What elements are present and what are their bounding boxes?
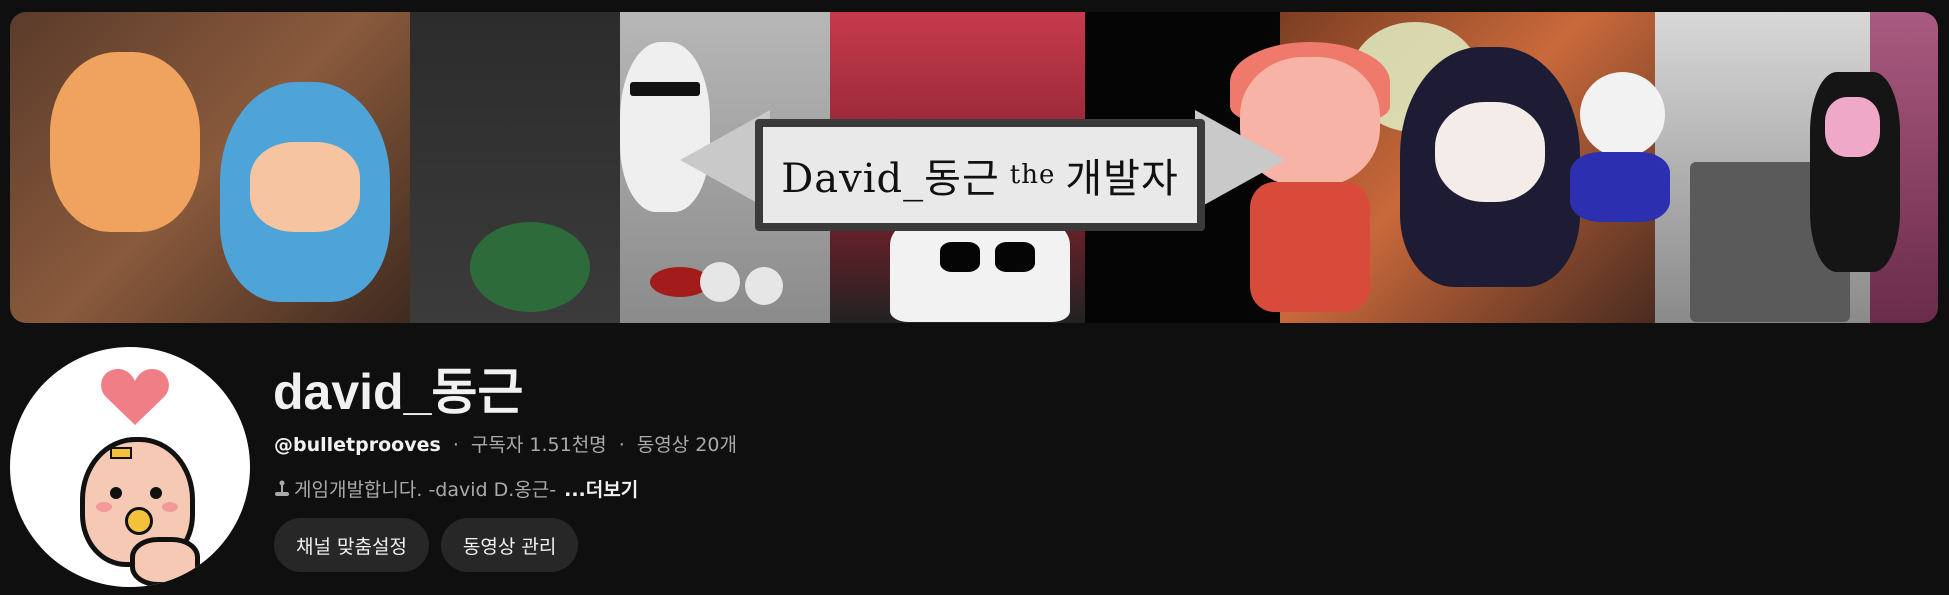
separator-dot: · <box>618 434 625 456</box>
bush-illustration <box>470 222 590 312</box>
avatar-cheek <box>96 502 112 512</box>
joystick-icon <box>275 480 289 496</box>
skull-eye-illustration <box>940 242 980 272</box>
masked-body-illustration <box>1570 152 1670 222</box>
channel-name: david_동근 <box>273 364 524 420</box>
shark-face-illustration <box>250 142 360 232</box>
banner-title-name: David_동근 <box>781 156 1000 202</box>
customize-channel-button[interactable]: 채널 맞춤설정 <box>274 518 429 572</box>
banner-title-developer: 개발자 <box>1065 156 1179 202</box>
channel-page: David_동근 the 개발자 david_동근 @bulletprooves… <box>0 0 1949 595</box>
manage-videos-button[interactable]: 동영상 관리 <box>440 518 579 572</box>
ribbon-tail-right <box>1195 110 1285 210</box>
nun-face-illustration <box>1435 102 1545 202</box>
eyeball-illustration <box>745 267 783 305</box>
channel-avatar[interactable] <box>10 347 250 587</box>
channel-meta: @bulletprooves · 구독자 1.51천명 · 동영상 20개 <box>274 430 737 457</box>
banner-title: David_동근 the 개발자 <box>763 127 1197 223</box>
separator-dot: · <box>452 434 459 456</box>
eyeball-illustration <box>700 262 740 302</box>
description-text: 게임개발합니다. -david D.옹근- <box>294 479 557 501</box>
avatar-cheek <box>162 502 178 512</box>
banner-title-the: the <box>1009 160 1056 190</box>
masked-character-illustration <box>1580 72 1665 157</box>
sunglasses-illustration <box>630 82 700 96</box>
character-illustration <box>50 52 200 232</box>
pink-face-illustration <box>1825 97 1880 157</box>
more-link[interactable]: ...더보기 <box>564 475 638 502</box>
channel-banner: David_동근 the 개발자 <box>10 12 1938 323</box>
hair-clip-illustration <box>110 447 132 459</box>
video-count: 동영상 20개 <box>636 434 737 456</box>
channel-actions: 채널 맞춤설정 동영상 관리 <box>274 518 579 572</box>
heart-icon <box>101 369 169 425</box>
avatar-eye <box>150 487 162 499</box>
avatar-eye <box>110 487 122 499</box>
pacifier-illustration <box>125 507 153 535</box>
skull-eye-illustration <box>995 242 1035 272</box>
channel-description[interactable]: 게임개발합니다. -david D.옹근- ...더보기 <box>274 475 638 502</box>
avatar-hand <box>130 537 200 587</box>
subscriber-count: 구독자 1.51천명 <box>470 434 607 456</box>
banner-title-ribbon: David_동근 the 개발자 <box>755 119 1205 231</box>
channel-handle[interactable]: @bulletprooves <box>274 434 441 456</box>
